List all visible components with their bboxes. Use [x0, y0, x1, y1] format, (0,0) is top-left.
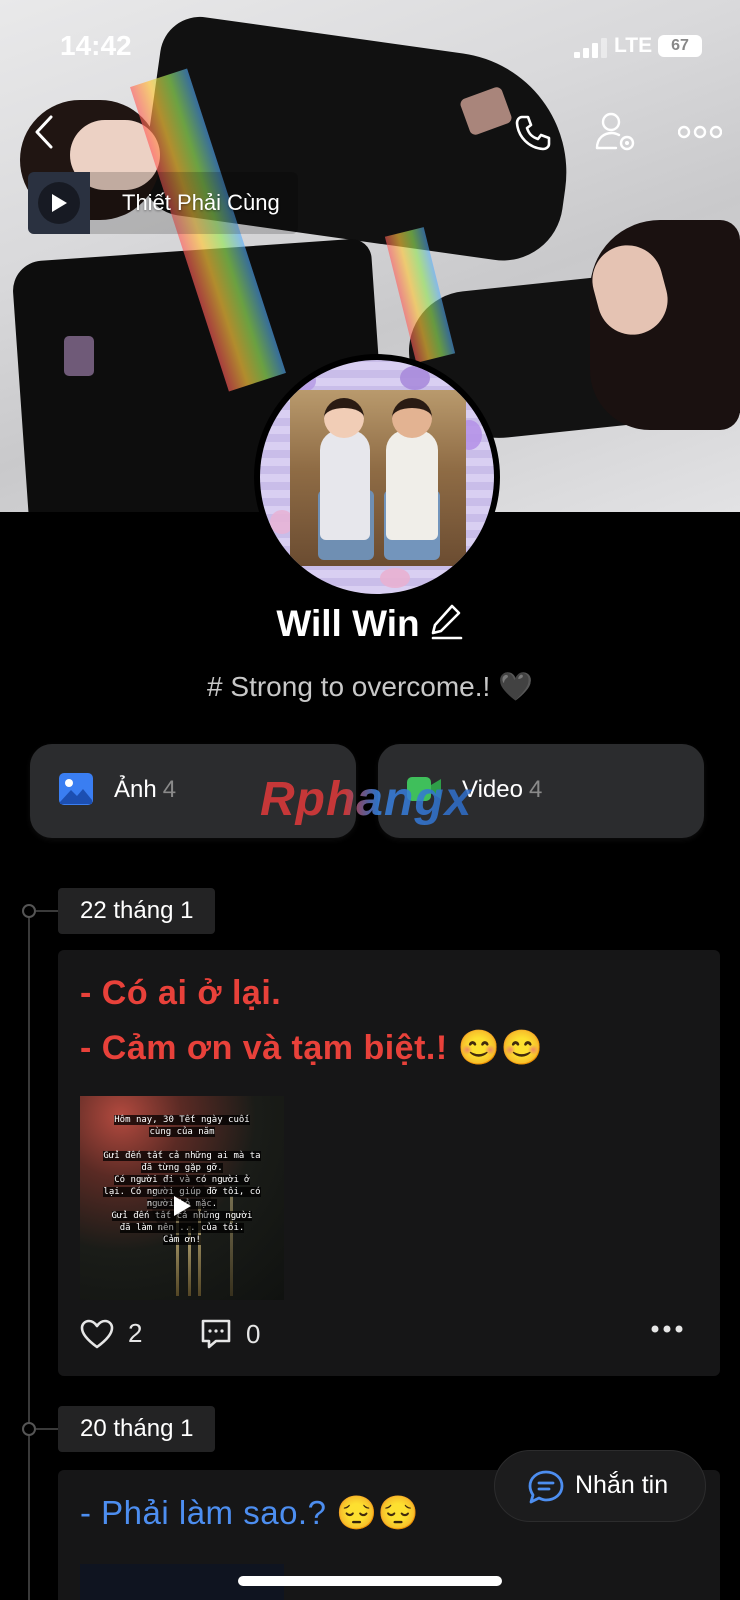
profile-music[interactable]: Thiết Phải Cùng: [28, 172, 298, 234]
avatar-person: [392, 398, 432, 438]
post-text-line: - Cảm ơn và tạm biệt.! 😊😊: [80, 1029, 544, 1067]
profile-bio: # Strong to overcome.! 🖤: [207, 671, 533, 702]
like-count: 2: [128, 1318, 143, 1348]
message-button-label: Nhắn tin: [575, 1471, 669, 1499]
music-thumbnail: [28, 172, 90, 234]
cover-bottle: [64, 336, 94, 376]
edit-name-button[interactable]: [430, 602, 464, 649]
avatar-person: [324, 398, 364, 438]
play-icon: [52, 194, 67, 212]
avatar-person: [320, 430, 370, 540]
more-horizontal-icon: [678, 125, 722, 139]
photos-label-row: Ảnh 4: [114, 776, 176, 804]
pencil-icon: [431, 604, 462, 640]
profile-name: Will Win: [276, 603, 420, 644]
videos-count: 4: [528, 776, 543, 803]
phone-icon: [515, 115, 551, 151]
status-time: 14:42: [60, 30, 132, 61]
video-caption-line: Gửi đến tất cả những ai mà ta: [103, 1151, 261, 1161]
videos-label-row: Video 4: [462, 776, 542, 804]
more-horizontal-icon: [651, 1325, 683, 1333]
heart-icon: [80, 1319, 114, 1348]
avatar-person: [386, 430, 438, 540]
timeline-dot: [22, 904, 36, 918]
profile-name-row: Will Win: [0, 602, 740, 649]
frame-decoration: [290, 370, 316, 392]
image-icon: [59, 773, 93, 805]
video-caption-line: cùng của năm: [149, 1127, 215, 1137]
post-video-thumbnail[interactable]: Hôm nay, 30 Tết ngày cuối cùng của năm G…: [80, 1096, 284, 1300]
network-type: LTE: [614, 34, 653, 57]
battery-icon: 67: [658, 35, 702, 57]
status-bar: 14:42 LTE 67: [0, 28, 740, 68]
like-button[interactable]: 2: [80, 1318, 142, 1349]
avatar[interactable]: [254, 354, 500, 600]
home-indicator[interactable]: [238, 1576, 502, 1586]
watermark: Rphangx: [260, 773, 473, 826]
video-caption-line: Hôm nay, 30 Tết ngày cuối: [114, 1115, 250, 1125]
post-more-button[interactable]: [650, 1324, 684, 1334]
call-button[interactable]: [508, 108, 558, 158]
video-caption-line: đã từng gặp gỡ.: [141, 1163, 223, 1173]
post-text-line: - Có ai ở lại.: [80, 974, 282, 1012]
timeline-connector: [36, 910, 58, 912]
more-options-button[interactable]: [672, 108, 728, 156]
comment-icon: [201, 1319, 231, 1349]
timeline-dot: [22, 1422, 36, 1436]
comment-button[interactable]: 0: [200, 1318, 260, 1350]
message-button[interactable]: Nhắn tin: [494, 1450, 706, 1522]
user-settings-icon: [595, 112, 635, 151]
play-icon: [174, 1196, 191, 1216]
chat-bubble-icon: [528, 1470, 564, 1504]
user-settings-button[interactable]: [590, 106, 642, 158]
music-title: Thiết Phải Cùng: [122, 190, 280, 215]
timeline-connector: [36, 1428, 58, 1430]
post-actions: 2 0: [80, 1318, 700, 1358]
date-chip: 22 tháng 1: [58, 888, 216, 934]
photos-label: Ảnh: [114, 776, 157, 803]
post-text-line: - Phải làm sao.? 😔😔: [80, 1494, 420, 1531]
chevron-left-icon: [35, 115, 53, 149]
post-card[interactable]: - Có ai ở lại. - Cảm ơn và tạm biệt.! 😊😊…: [58, 950, 720, 1376]
back-button[interactable]: [22, 108, 66, 156]
avatar-frame: [260, 360, 494, 594]
frame-decoration: [400, 366, 430, 390]
play-button[interactable]: [38, 182, 80, 224]
timeline-line: [28, 906, 30, 1600]
date-chip: 20 tháng 1: [58, 1406, 216, 1452]
comment-count: 0: [246, 1318, 261, 1349]
top-nav: [0, 104, 740, 160]
frame-decoration: [380, 568, 410, 588]
signal-icon: [574, 38, 608, 58]
avatar-photo: [290, 390, 466, 566]
video-play-button[interactable]: [152, 1176, 212, 1236]
photos-count: 4: [162, 776, 177, 803]
video-caption-line: Cảm ơn!: [163, 1235, 201, 1245]
